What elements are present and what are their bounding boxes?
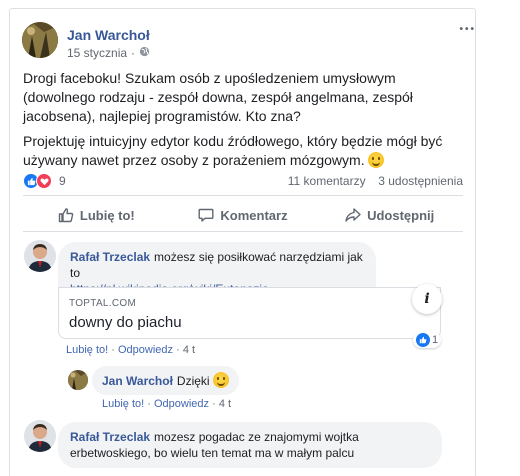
reaction-icons[interactable] [23, 173, 52, 189]
reply-reply-link[interactable]: Odpowiedz [154, 398, 209, 410]
separator: · [212, 398, 216, 410]
preview-title[interactable]: downy do piachu [69, 314, 182, 331]
like-reaction-icon [416, 333, 430, 347]
comment-reply-link[interactable]: Odpowiedz [118, 344, 173, 356]
share-button[interactable]: Udostępnij [316, 199, 463, 231]
reply-author[interactable]: Jan Warchoł [102, 374, 173, 388]
comment-label: Komentarz [220, 207, 288, 223]
comment-actions: Lubię to! · Odpowiedz · 4 t [66, 344, 195, 356]
smile-emoji-icon [368, 152, 385, 168]
separator: · [176, 344, 180, 356]
reply-like-link[interactable]: Lubię to! [102, 398, 144, 410]
meta-separator: · [131, 46, 136, 60]
reply-avatar[interactable] [68, 370, 88, 390]
separator: · [147, 398, 151, 410]
comment-avatar[interactable] [24, 420, 56, 452]
post-stats: 9 11 komentarzy 3 udostępnienia [23, 171, 463, 191]
shares-count[interactable]: 3 udostępnienia [378, 174, 463, 188]
post-paragraph-1: Drogi faceboku! Szukam osób z upośledzen… [23, 70, 413, 124]
post-actions: Lubię to! Komentarz Udostępnij [23, 199, 463, 231]
comment-time[interactable]: 4 t [183, 344, 195, 356]
post-body: Drogi faceboku! Szukam osób z upośledzen… [23, 69, 463, 176]
comments-count[interactable]: 11 komentarzy [288, 174, 366, 188]
comment-author[interactable]: Rafał Trzeclak [70, 250, 150, 264]
divider-bottom [23, 231, 463, 232]
comment-like-badge[interactable]: 1 [413, 332, 442, 348]
reply-actions: Lubię to! · Odpowiedz · 4 t [102, 398, 231, 410]
comment-like-count: 1 [432, 334, 439, 346]
separator: · [111, 344, 115, 356]
divider-top [23, 195, 463, 196]
post-meta: 15 stycznia · [67, 46, 150, 60]
comment-like-link[interactable]: Lubię to! [66, 344, 108, 356]
reply-time[interactable]: 4 t [219, 398, 231, 410]
smile-emoji-icon [212, 372, 229, 388]
comment-icon [198, 208, 214, 222]
info-icon[interactable]: i [412, 284, 442, 314]
post-date[interactable]: 15 stycznia [67, 46, 127, 60]
like-button[interactable]: Lubię to! [23, 199, 170, 231]
love-reaction-icon [36, 173, 52, 189]
preview-domain: TOPTAL.COM [69, 298, 137, 309]
comment-bubble: Rafał Trzeclak mozesz pogadac ze znajomym… [58, 422, 442, 468]
globe-icon[interactable] [139, 46, 150, 60]
comment-author[interactable]: Rafał Trzeclak [70, 430, 150, 444]
reply-bubble: Jan Warchoł Dzięki [92, 366, 239, 395]
reply-text: Dzięki [176, 374, 210, 388]
share-label: Udostępnij [367, 207, 435, 223]
share-icon [345, 208, 361, 222]
link-preview[interactable]: TOPTAL.COM downy do piachu i [58, 284, 442, 339]
comment-button[interactable]: Komentarz [170, 199, 317, 231]
comments-shares: 11 komentarzy 3 udostępnienia [288, 174, 463, 188]
like-label: Lubię to! [79, 207, 135, 223]
reaction-count[interactable]: 9 [59, 174, 66, 188]
post-paragraph-2: Projektuję intuicyjny edytor kodu źródło… [23, 133, 443, 168]
post-options-button[interactable]: ••• [459, 24, 476, 35]
author-avatar[interactable] [22, 22, 58, 58]
post-author[interactable]: Jan Warchoł [67, 27, 150, 43]
thumbs-up-icon [58, 208, 74, 223]
comment-avatar[interactable] [24, 240, 56, 272]
